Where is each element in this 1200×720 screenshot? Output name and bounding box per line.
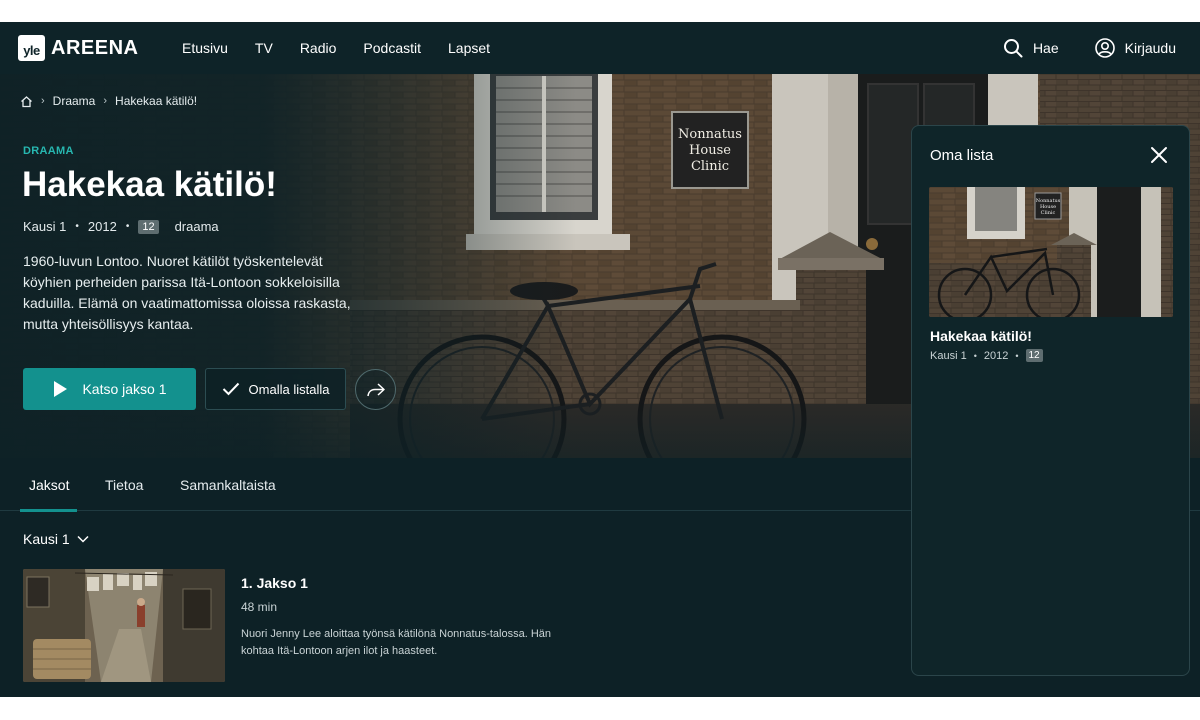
header-actions: Hae Kirjaudu	[1003, 22, 1200, 74]
nav-item-lapset[interactable]: Lapset	[448, 40, 490, 56]
nav-item-tv[interactable]: TV	[255, 40, 273, 56]
nav-item-podcastit[interactable]: Podcastit	[363, 40, 421, 56]
yle-areena-logo[interactable]: yle AREENA	[18, 35, 138, 61]
share-icon	[366, 382, 385, 396]
close-icon[interactable]	[1150, 146, 1168, 164]
my-list-panel: Oma lista Nonnatus House Clinic Hakekaa …	[911, 125, 1190, 676]
episode-description: Nuori Jenny Lee aloittaa työnsä kätilönä…	[241, 628, 552, 657]
login-label: Kirjaudu	[1124, 40, 1176, 56]
episode-thumbnail-image	[23, 569, 225, 682]
age-rating-badge: 12	[138, 219, 159, 234]
my-list-button[interactable]: Omalla listalla	[205, 368, 346, 410]
panel-sign-line-3: Clinic	[1041, 210, 1056, 216]
login-button[interactable]: Kirjaudu	[1094, 38, 1176, 58]
meta-year: 2012	[87, 219, 117, 234]
top-navigation-bar: yle AREENA Etusivu TV Radio Podcastit La…	[0, 22, 1200, 74]
meta-separator: •	[1015, 350, 1019, 361]
genre-label: DRAAMA	[23, 145, 74, 157]
main-nav: Etusivu TV Radio Podcastit Lapset	[182, 22, 517, 74]
my-list-button-label: Omalla listalla	[248, 381, 330, 397]
nav-item-radio[interactable]: Radio	[300, 40, 337, 56]
chevron-right-icon: ›	[41, 95, 45, 107]
watch-button-label: Katso jakso 1	[82, 381, 167, 397]
tab-samankaltaista[interactable]: Samankaltaista	[180, 458, 276, 511]
program-meta: Kausi 1 • 2012 • 12 draama	[23, 219, 219, 234]
panel-meta-year: 2012	[983, 349, 1009, 362]
meta-season: Kausi 1	[23, 219, 67, 234]
share-button[interactable]	[355, 369, 396, 410]
episode-duration: 48 min	[241, 600, 278, 614]
tab-tietoa[interactable]: Tietoa	[105, 458, 143, 511]
tab-jaksot[interactable]: Jaksot	[19, 458, 79, 512]
checkmark-icon	[222, 382, 239, 396]
page-title: Hakekaa kätilö!	[22, 165, 277, 204]
app-window: yle AREENA Etusivu TV Radio Podcastit La…	[0, 22, 1200, 697]
meta-category: draama	[174, 219, 219, 234]
season-selector-label: Kausi 1	[23, 531, 70, 547]
panel-meta-season: Kausi 1	[930, 349, 967, 362]
program-description: 1960-luvun Lontoo. Nuoret kätilöt työske…	[23, 253, 351, 332]
meta-separator: •	[75, 221, 79, 232]
breadcrumb-section[interactable]: Draama	[53, 94, 96, 108]
breadcrumb: › Draama › Hakekaa kätilö!	[20, 94, 197, 108]
panel-item-title[interactable]: Hakekaa kätilö!	[930, 328, 1032, 344]
play-icon	[54, 381, 68, 397]
search-label: Hae	[1032, 40, 1059, 56]
panel-item-meta: Kausi 1 • 2012 • 12	[930, 349, 1043, 362]
user-icon	[1094, 38, 1115, 58]
search-button[interactable]: Hae	[1003, 38, 1059, 58]
panel-age-rating-badge: 12	[1025, 349, 1043, 362]
search-icon	[1003, 39, 1023, 58]
meta-separator: •	[125, 221, 130, 232]
breadcrumb-current: Hakekaa kätilö!	[115, 94, 198, 108]
season-selector[interactable]: Kausi 1	[23, 531, 89, 547]
watch-episode-button[interactable]: Katso jakso 1	[23, 368, 196, 410]
areena-wordmark: AREENA	[51, 36, 139, 59]
meta-separator: •	[973, 350, 977, 361]
episode-thumbnail[interactable]	[23, 569, 225, 682]
home-icon[interactable]	[20, 95, 33, 108]
panel-title: Oma lista	[930, 147, 994, 164]
yle-logo-badge: yle	[18, 35, 45, 61]
panel-item-image: Nonnatus House Clinic	[929, 187, 1173, 317]
panel-item-thumbnail[interactable]: Nonnatus House Clinic	[929, 187, 1173, 317]
nav-item-etusivu[interactable]: Etusivu	[182, 40, 228, 56]
chevron-right-icon: ›	[103, 95, 108, 107]
chevron-down-icon	[77, 535, 89, 543]
episode-title[interactable]: 1. Jakso 1	[241, 575, 308, 591]
